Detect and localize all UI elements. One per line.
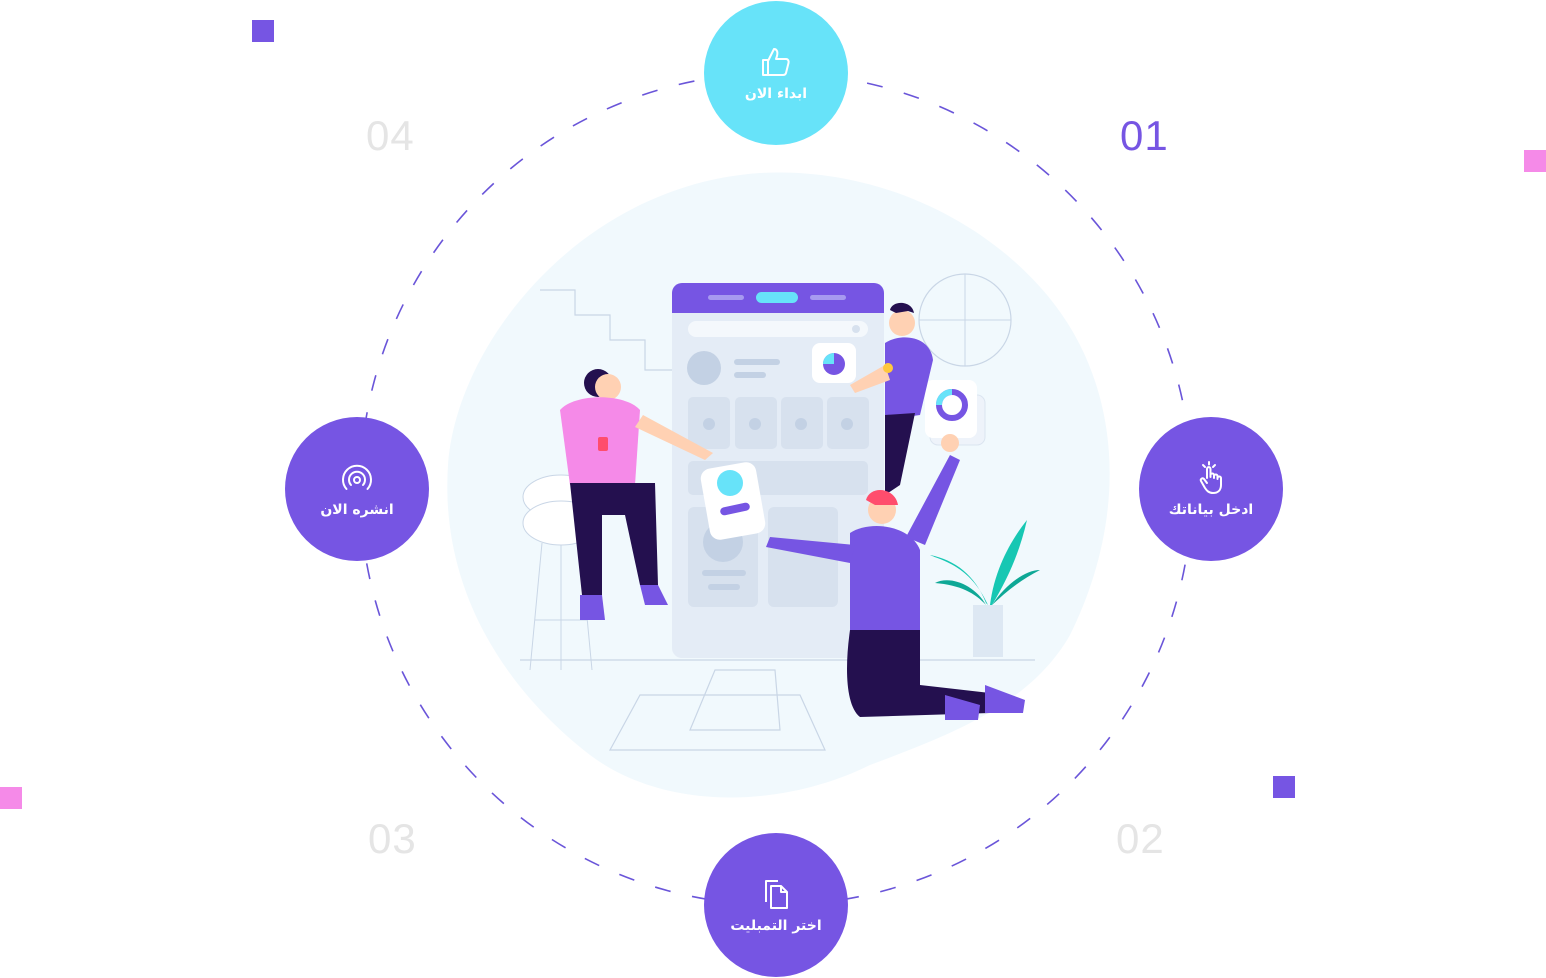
step-label: اختر التمبليت [730,918,822,934]
tap-hand-icon [1199,461,1222,494]
step-label: ابداء الان [744,86,808,102]
decor-square-pink-right [1524,150,1546,172]
step-label: ادخل بياناتك [1168,502,1254,518]
decor-square-purple-top [252,20,274,42]
step-publish-now-button[interactable]: انشره الان [285,417,429,561]
step-choose-template-button[interactable]: اختر التمبليت [704,833,848,977]
step-enter-data-button[interactable]: ادخل بياناتك [1139,417,1283,561]
copy-document-icon [765,880,788,909]
step-number-04: 04 [366,112,415,159]
decor-square-purple-bottom [1273,776,1295,798]
step-number-03: 03 [368,815,417,862]
step-number-01: 01 [1120,112,1169,159]
step-start-now-button[interactable]: ابداء الان [704,1,848,145]
step-label: انشره الان [320,502,394,518]
thumbs-up-icon [762,48,790,76]
central-illustration [447,172,1110,798]
broadcast-icon [342,464,372,490]
round-window-icon [918,273,1012,367]
decor-square-pink-left [0,787,22,809]
